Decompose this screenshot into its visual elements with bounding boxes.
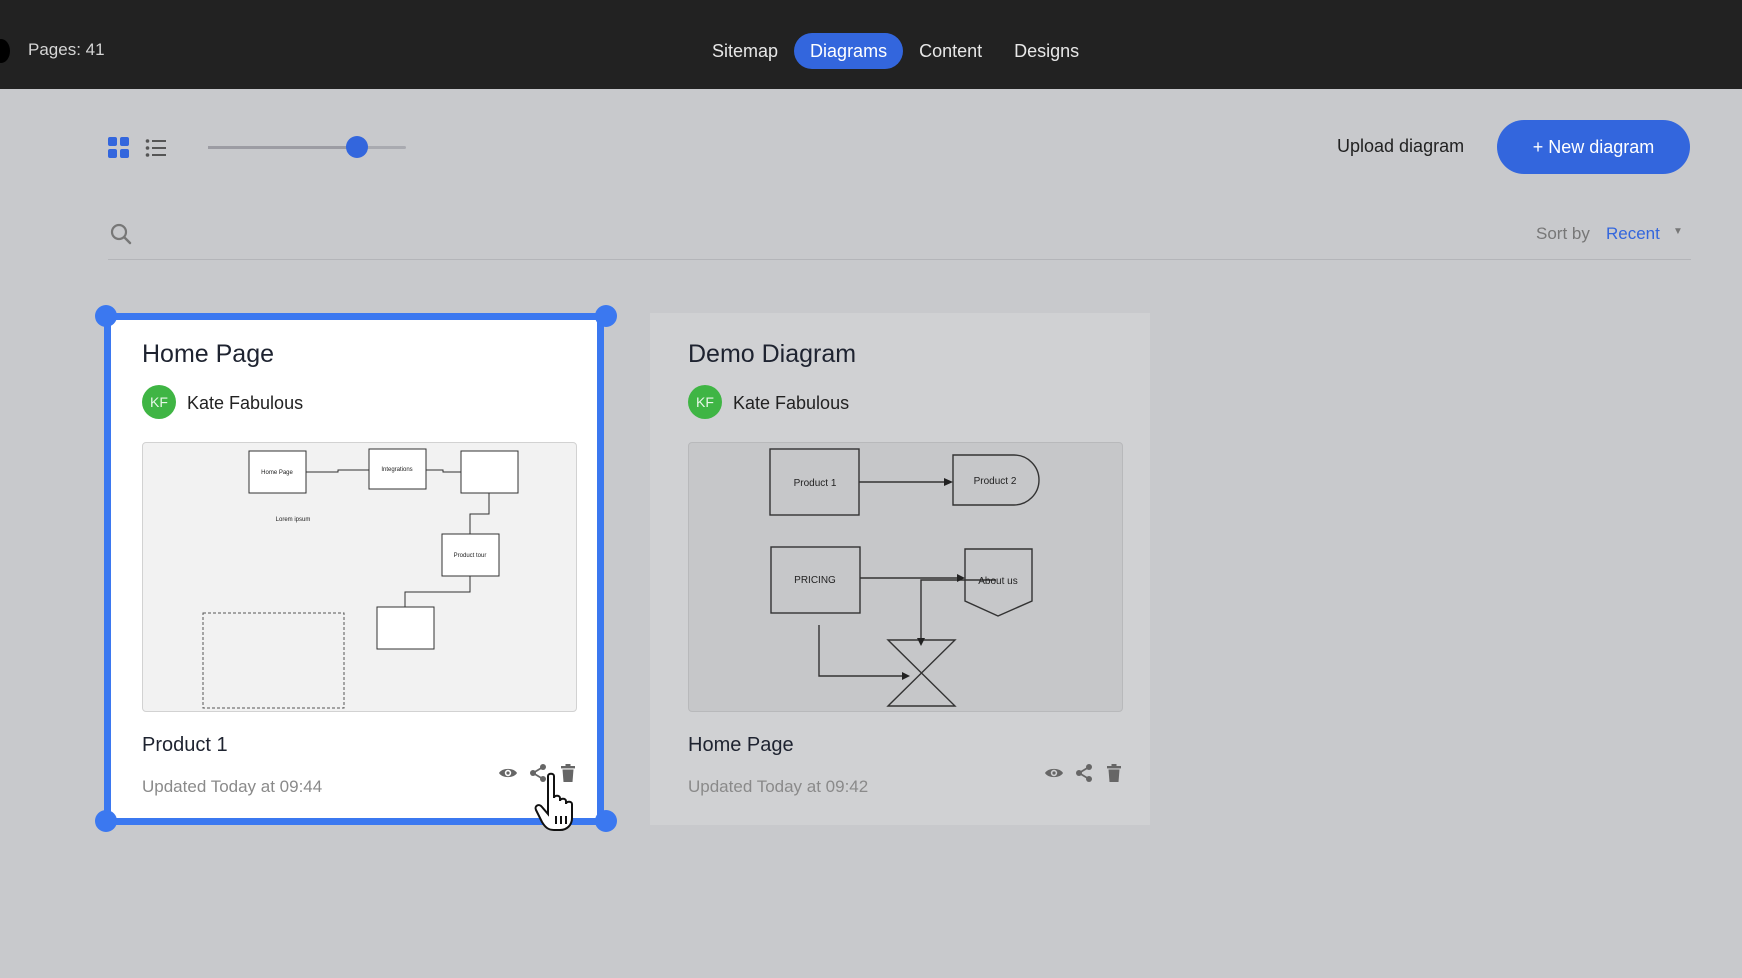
preview-label: Product 2 (974, 476, 1017, 487)
tab-designs[interactable]: Designs (998, 33, 1095, 69)
sort-by-label: Sort by (1536, 224, 1590, 243)
chevron-down-icon[interactable]: ▼ (1673, 226, 1683, 237)
diagram-name: Product 1 (142, 734, 228, 756)
card-title: Demo Diagram (688, 340, 857, 368)
diagram-card[interactable]: Home Page KF Kate Fabulous Home Page Int… (104, 313, 604, 825)
grid-view-icon[interactable] (108, 137, 130, 159)
diagram-thumbnail[interactable]: Home Page Integrations Lorem ipsum Produ… (142, 442, 577, 712)
upload-diagram-button[interactable]: Upload diagram (1337, 136, 1464, 157)
author-name: Kate Fabulous (187, 393, 304, 413)
card-title: Home Page (142, 340, 275, 368)
tab-sitemap[interactable]: Sitemap (696, 33, 794, 69)
window-dot (0, 39, 10, 63)
diagram-preview: Home Page Integrations Lorem ipsum Produ… (202, 448, 519, 709)
zoom-slider-fill (208, 146, 357, 149)
avatar: KF (142, 385, 176, 419)
zoom-slider[interactable] (208, 136, 406, 158)
resize-handle-top-left[interactable] (95, 305, 117, 327)
author-name: Kate Fabulous (733, 393, 850, 413)
hand-cursor-icon (534, 772, 573, 831)
eye-icon[interactable] (1043, 762, 1065, 784)
preview-label: Product tour (454, 553, 487, 559)
diagram-name: Home Page (688, 734, 794, 756)
diagram-card[interactable]: Demo Diagram KF Kate Fabulous Product 1 … (650, 313, 1150, 825)
preview-label: Lorem ipsum (276, 517, 311, 523)
resize-handle-top-right[interactable] (595, 305, 617, 327)
search-icon[interactable] (109, 222, 133, 246)
list-view-icon[interactable] (145, 137, 167, 159)
divider (108, 259, 1691, 260)
preview-label: PRICING (794, 575, 836, 586)
new-diagram-button[interactable]: + New diagram (1497, 120, 1690, 174)
pages-count: Pages: 41 (28, 40, 105, 59)
avatar: KF (688, 385, 722, 419)
share-icon[interactable] (1073, 762, 1095, 784)
updated-timestamp: Updated Today at 09:44 (142, 777, 323, 796)
main-nav: Sitemap Diagrams Content Designs (696, 33, 1095, 69)
updated-timestamp: Updated Today at 09:42 (688, 777, 869, 796)
trash-icon[interactable] (1103, 762, 1125, 784)
preview-label: Product 1 (794, 478, 837, 489)
preview-label: About us (978, 576, 1017, 587)
diagram-thumbnail[interactable]: Product 1 Product 2 PRICING About us (688, 442, 1123, 712)
resize-handle-bottom-right[interactable] (595, 810, 617, 832)
preview-label: Integrations (381, 467, 412, 473)
top-bar: Pages: 41 Sitemap Diagrams Content Desig… (0, 0, 1742, 89)
tab-diagrams[interactable]: Diagrams (794, 33, 904, 69)
card-actions (1043, 762, 1125, 784)
tab-content[interactable]: Content (903, 33, 998, 69)
zoom-slider-knob[interactable] (345, 136, 368, 158)
resize-handle-bottom-left[interactable] (95, 810, 117, 832)
search-input[interactable] (142, 218, 1042, 248)
preview-label: Home Page (261, 470, 293, 476)
diagram-preview: Product 1 Product 2 PRICING About us (769, 448, 1040, 707)
sort-dropdown[interactable]: Recent (1606, 224, 1660, 244)
eye-icon[interactable] (497, 762, 519, 784)
